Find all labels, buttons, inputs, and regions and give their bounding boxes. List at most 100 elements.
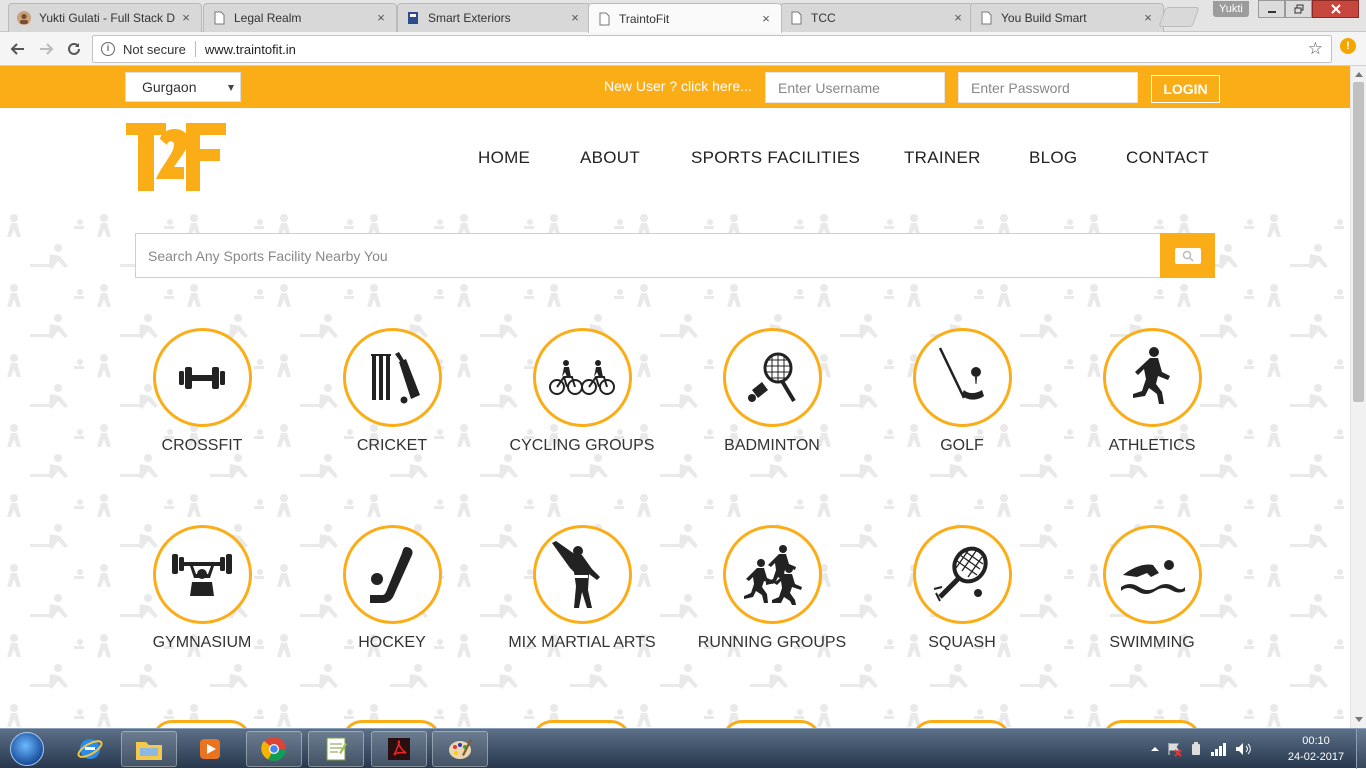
browser-tab-6[interactable]: You Build Smart × xyxy=(970,3,1164,32)
category-ring-partial[interactable] xyxy=(912,720,1011,728)
category-ring-partial[interactable] xyxy=(152,720,251,728)
password-input[interactable] xyxy=(958,72,1138,103)
alert-icon[interactable]: ! xyxy=(1340,38,1356,54)
city-select[interactable]: Gurgaon xyxy=(125,72,241,102)
close-icon[interactable]: × xyxy=(374,11,388,25)
action-center-flag-icon[interactable] xyxy=(1166,741,1182,757)
category-crossfit[interactable]: CROSSFIT xyxy=(107,328,297,455)
folder-icon xyxy=(136,742,162,760)
browser-tab-2[interactable]: Legal Realm × xyxy=(203,3,397,32)
close-window-button[interactable] xyxy=(1312,0,1359,18)
category-athletics[interactable]: ATHLETICS xyxy=(1057,328,1247,455)
nav-sports-facilities[interactable]: SPORTS FACILITIES xyxy=(691,148,860,168)
category-ring xyxy=(722,328,822,427)
address-bar[interactable]: i Not secure www.traintofit.in ☆ xyxy=(92,35,1332,63)
category-badminton[interactable]: BADMINTON xyxy=(677,328,867,455)
category-cricket[interactable]: CRICKET xyxy=(297,328,487,455)
scrollbar-thumb[interactable] xyxy=(1353,82,1364,402)
category-ring-partial[interactable] xyxy=(532,720,631,728)
category-cycling-groups[interactable]: CYCLING GROUPS xyxy=(487,328,677,455)
search-button[interactable] xyxy=(1160,233,1215,278)
category-mix-martial-arts[interactable]: MIX MARTIAL ARTS xyxy=(487,525,677,652)
new-user-link[interactable]: New User ? click here... xyxy=(604,78,752,94)
start-button[interactable] xyxy=(2,730,52,768)
scroll-up-icon[interactable] xyxy=(1355,72,1363,77)
internet-explorer-icon xyxy=(77,739,103,759)
taskbar-media-player[interactable] xyxy=(182,731,238,767)
back-button[interactable] xyxy=(6,37,30,61)
facility-search-input[interactable] xyxy=(135,233,1161,278)
minimize-button[interactable] xyxy=(1258,0,1285,18)
category-swimming[interactable]: SWIMMING xyxy=(1057,525,1247,652)
category-running-groups[interactable]: RUNNING GROUPS xyxy=(677,525,867,652)
forward-button[interactable] xyxy=(34,37,58,61)
category-ring-partial[interactable] xyxy=(722,720,821,728)
nav-home[interactable]: HOME xyxy=(478,148,530,168)
category-label: MIX MARTIAL ARTS xyxy=(508,634,656,651)
close-window-icon xyxy=(1330,4,1341,14)
divider xyxy=(194,41,196,57)
category-ring-partial[interactable] xyxy=(1102,720,1201,728)
page-scrollbar[interactable] xyxy=(1350,66,1366,728)
show-desktop-button[interactable] xyxy=(1356,729,1366,769)
page-icon xyxy=(979,11,993,25)
minimize-icon xyxy=(1267,11,1276,13)
category-hockey[interactable]: HOCKEY xyxy=(297,525,487,652)
taskbar-file-explorer[interactable] xyxy=(121,731,177,767)
network-signal-icon[interactable] xyxy=(1210,741,1228,757)
category-squash[interactable]: SQUASH xyxy=(867,525,1057,652)
info-icon[interactable]: i xyxy=(101,42,115,56)
nav-about[interactable]: ABOUT xyxy=(580,148,640,168)
category-ring xyxy=(532,525,632,624)
category-ring-partial[interactable] xyxy=(342,720,441,728)
login-button[interactable]: LOGIN xyxy=(1151,75,1220,103)
new-tab-button[interactable] xyxy=(1158,7,1200,27)
url-text[interactable]: www.traintofit.in xyxy=(205,42,296,57)
tab-title: You Build Smart xyxy=(1001,11,1087,25)
page-icon xyxy=(597,12,611,26)
close-icon[interactable]: × xyxy=(951,11,965,25)
close-icon[interactable]: × xyxy=(759,11,773,26)
browser-tab-3[interactable]: Smart Exteriors × xyxy=(397,3,591,32)
nav-contact[interactable]: CONTACT xyxy=(1126,148,1209,168)
bookmark-star-icon[interactable]: ☆ xyxy=(1308,39,1323,59)
browser-tab-1[interactable]: Yukti Gulati - Full Stack D × xyxy=(8,3,202,32)
scroll-down-icon[interactable] xyxy=(1355,717,1363,722)
martial-arts-kick-icon xyxy=(552,540,600,608)
show-hidden-icons-icon[interactable] xyxy=(1150,744,1160,754)
taskbar-clock[interactable]: 00:10 24-02-2017 xyxy=(1283,733,1349,765)
taskbar-paint[interactable] xyxy=(432,731,488,767)
profile-button[interactable]: Yukti xyxy=(1213,1,1249,17)
taskbar-chrome[interactable] xyxy=(246,731,302,767)
close-icon[interactable]: × xyxy=(568,11,582,25)
username-input[interactable] xyxy=(765,72,945,103)
category-golf[interactable]: GOLF xyxy=(867,328,1057,455)
taskbar-notepad-plus[interactable] xyxy=(308,731,364,767)
badminton-racket-icon xyxy=(748,352,796,402)
browser-tab-strip: Yukti Gulati - Full Stack D × Legal Real… xyxy=(0,0,1366,33)
t2f-logo[interactable] xyxy=(126,123,226,193)
taskbar-acrobat-reader[interactable] xyxy=(371,731,427,767)
category-ring xyxy=(342,525,442,624)
category-ring xyxy=(532,328,632,427)
taskbar-internet-explorer[interactable] xyxy=(62,731,118,767)
tab-title: Yukti Gulati - Full Stack D xyxy=(39,11,176,25)
category-label: CROSSFIT xyxy=(161,437,243,454)
page-viewport: Gurgaon New User ? click here... LOGIN xyxy=(0,66,1350,728)
category-ring xyxy=(152,525,252,624)
tab-title: TraintoFit xyxy=(619,11,670,26)
volume-icon[interactable] xyxy=(1234,741,1252,757)
forward-arrow-icon xyxy=(40,43,54,55)
reload-button[interactable] xyxy=(62,37,86,61)
browser-tab-4[interactable]: TraintoFit × xyxy=(588,3,782,33)
nav-trainer[interactable]: TRAINER xyxy=(904,148,981,168)
restore-button[interactable] xyxy=(1285,0,1312,18)
category-ring xyxy=(912,525,1012,624)
running-group-icon xyxy=(744,544,802,605)
nav-blog[interactable]: BLOG xyxy=(1029,148,1077,168)
close-icon[interactable]: × xyxy=(179,11,193,25)
browser-tab-5[interactable]: TCC × xyxy=(780,3,974,32)
close-icon[interactable]: × xyxy=(1141,11,1155,25)
category-gymnasium[interactable]: GYMNASIUM xyxy=(107,525,297,652)
power-icon[interactable] xyxy=(1188,741,1204,757)
